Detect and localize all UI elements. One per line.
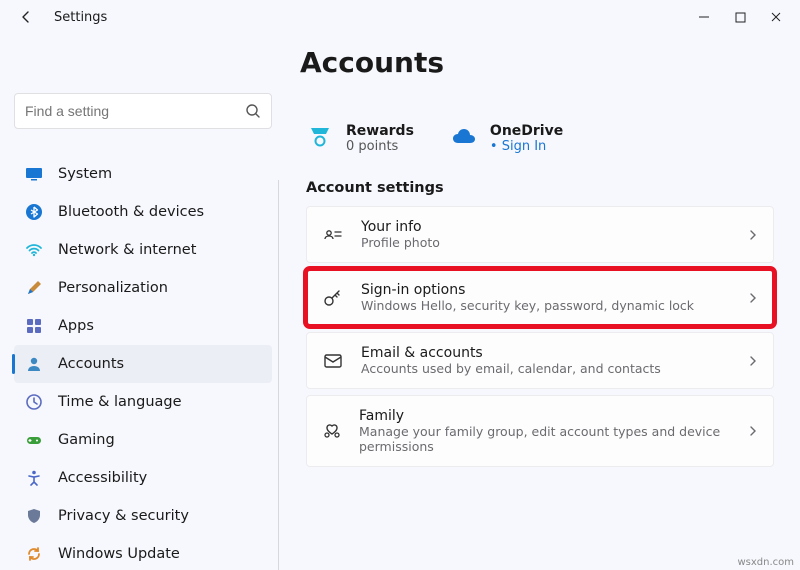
minimize-icon [698, 11, 710, 23]
maximize-button[interactable] [722, 3, 758, 31]
sidebar-item-bluetooth[interactable]: Bluetooth & devices [14, 193, 272, 231]
titlebar: Settings [0, 0, 800, 34]
card-your-info[interactable]: Your info Profile photo [306, 206, 774, 263]
sidebar-item-label: Apps [58, 318, 94, 334]
card-family[interactable]: Family Manage your family group, edit ac… [306, 395, 774, 467]
sidebar-item-label: Privacy & security [58, 508, 189, 524]
id-card-icon [321, 223, 345, 247]
section-heading: Account settings [306, 180, 774, 196]
minimize-button[interactable] [686, 3, 722, 31]
sidebar-item-accounts[interactable]: Accounts [14, 345, 272, 383]
card-title: Your info [361, 219, 440, 235]
app-title: Settings [54, 10, 107, 25]
sidebar-item-apps[interactable]: Apps [14, 307, 272, 345]
card-email-accounts[interactable]: Email & accounts Accounts used by email,… [306, 332, 774, 389]
card-title: Email & accounts [361, 345, 661, 361]
chevron-right-icon [747, 292, 759, 304]
close-icon [770, 11, 782, 23]
card-title: Family [359, 408, 747, 424]
accessibility-icon [24, 468, 44, 488]
chevron-right-icon [747, 229, 759, 241]
sidebar-item-network[interactable]: Network & internet [14, 231, 272, 269]
card-title: Sign-in options [361, 282, 694, 298]
mail-icon [321, 349, 345, 373]
onedrive-icon [450, 123, 478, 151]
sidebar-item-label: Time & language [58, 394, 182, 410]
system-icon [24, 164, 44, 184]
sidebar-item-system[interactable]: System [14, 155, 272, 193]
chevron-right-icon [747, 355, 759, 367]
bluetooth-icon [24, 202, 44, 222]
close-button[interactable] [758, 3, 794, 31]
sidebar-item-label: Network & internet [58, 242, 196, 258]
apps-icon [24, 316, 44, 336]
card-sign-in-options[interactable]: Sign-in options Windows Hello, security … [306, 269, 774, 326]
person-icon [24, 354, 44, 374]
sidebar-item-windows-update[interactable]: Windows Update [14, 535, 272, 563]
sidebar-item-accessibility[interactable]: Accessibility [14, 459, 272, 497]
settings-list: Your info Profile photo Sign-in options … [306, 206, 774, 467]
search-box[interactable] [14, 93, 272, 129]
card-subtitle: Windows Hello, security key, password, d… [361, 298, 694, 313]
chevron-right-icon [747, 425, 759, 437]
wifi-icon [24, 240, 44, 260]
attribution: wsxdn.com [737, 557, 794, 568]
sidebar-item-personalization[interactable]: Personalization [14, 269, 272, 307]
sidebar-item-time-language[interactable]: Time & language [14, 383, 272, 421]
sidebar: System Bluetooth & devices Network & int… [0, 93, 282, 563]
card-subtitle: Manage your family group, edit account t… [359, 424, 747, 454]
search-icon [245, 103, 261, 119]
status-title: Rewards [346, 123, 414, 139]
sidebar-divider [278, 180, 279, 570]
maximize-icon [735, 12, 746, 23]
status-title: OneDrive [490, 123, 563, 139]
clock-icon [24, 392, 44, 412]
key-icon [321, 286, 345, 310]
status-subtitle: • Sign In [490, 139, 563, 154]
status-onedrive[interactable]: OneDrive • Sign In [450, 123, 563, 154]
sidebar-item-label: Windows Update [58, 546, 180, 562]
family-icon [321, 419, 343, 443]
update-icon [24, 544, 44, 563]
card-subtitle: Profile photo [361, 235, 440, 250]
rewards-icon [306, 123, 334, 151]
arrow-left-icon [18, 9, 34, 25]
sidebar-nav: System Bluetooth & devices Network & int… [14, 155, 272, 563]
back-button[interactable] [12, 3, 40, 31]
status-subtitle: 0 points [346, 139, 414, 154]
sidebar-item-label: System [58, 166, 112, 182]
search-input[interactable] [25, 103, 245, 119]
status-row: Rewards 0 points OneDrive • Sign In [306, 123, 774, 154]
main-content: Rewards 0 points OneDrive • Sign In Acco… [282, 93, 800, 563]
sidebar-item-label: Bluetooth & devices [58, 204, 204, 220]
shield-icon [24, 506, 44, 526]
sidebar-item-label: Accounts [58, 356, 124, 372]
status-rewards[interactable]: Rewards 0 points [306, 123, 414, 154]
sidebar-item-label: Accessibility [58, 470, 147, 486]
sidebar-item-label: Personalization [58, 280, 168, 296]
sidebar-item-label: Gaming [58, 432, 115, 448]
card-subtitle: Accounts used by email, calendar, and co… [361, 361, 661, 376]
gamepad-icon [24, 430, 44, 450]
page-title: Accounts [300, 46, 800, 79]
paintbrush-icon [24, 278, 44, 298]
sidebar-item-privacy[interactable]: Privacy & security [14, 497, 272, 535]
sidebar-item-gaming[interactable]: Gaming [14, 421, 272, 459]
